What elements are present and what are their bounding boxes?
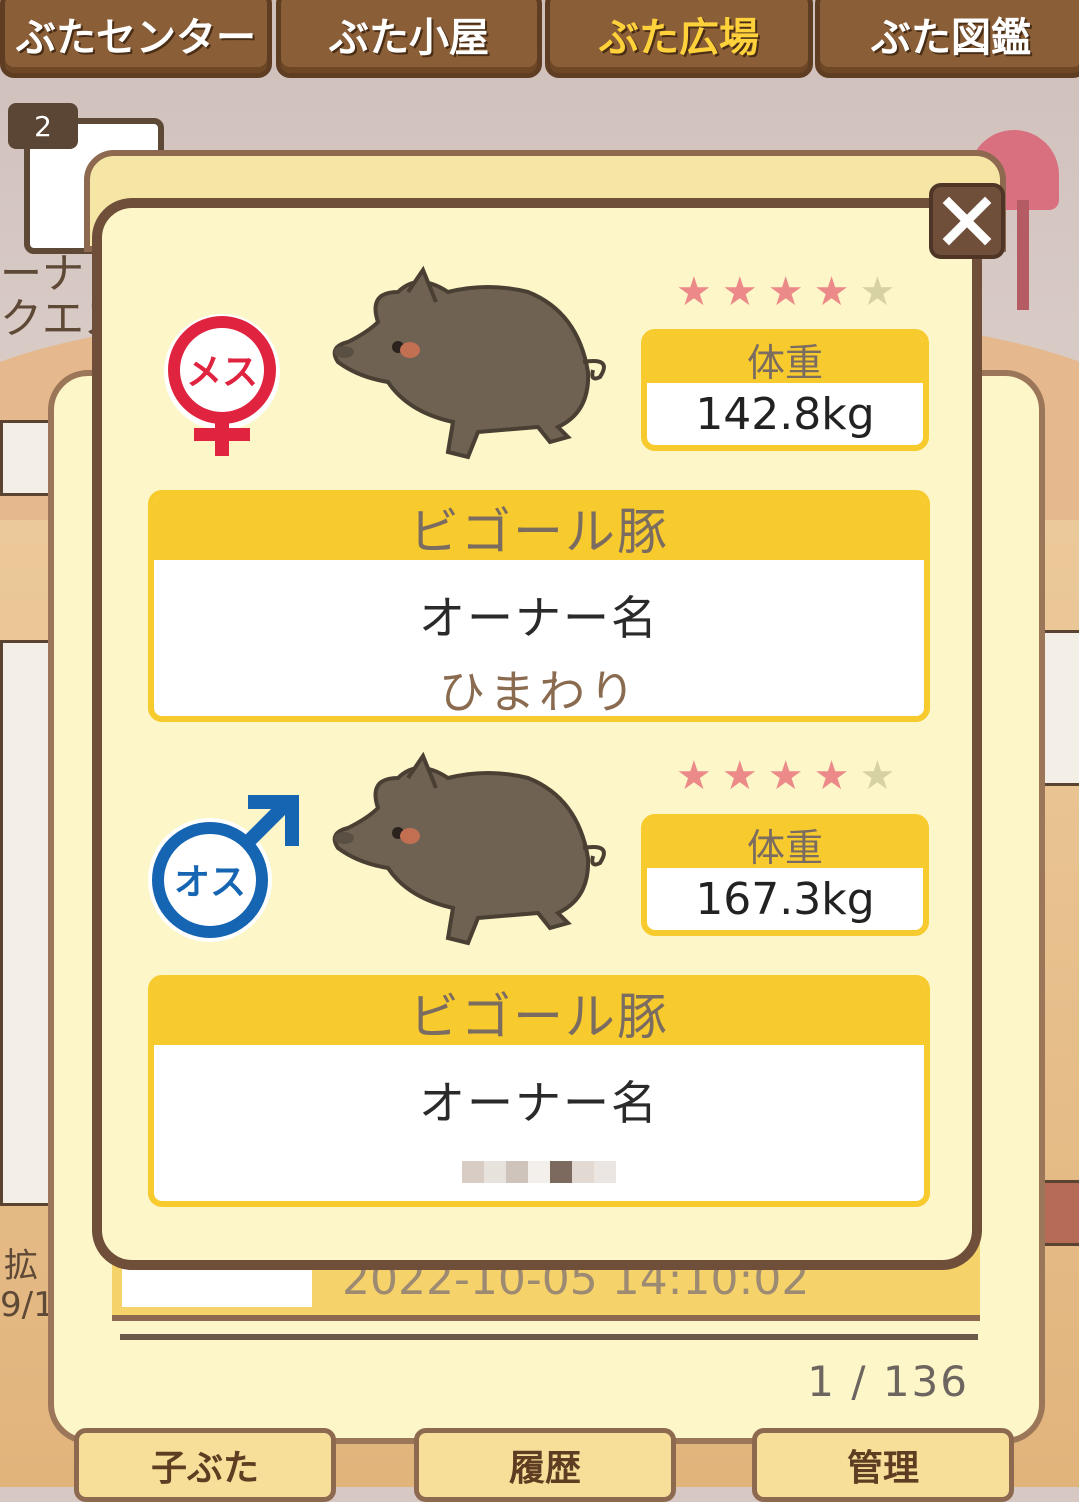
side-text: 拡 (4, 1246, 38, 1286)
top-nav: ぶたセンター ぶた小屋 ぶた広場 ぶた図鑑 (0, 0, 1079, 78)
breed-card: ビゴール豚 オーナー名 ひまわり (148, 490, 930, 722)
page-indicator: 1 / 136 (807, 1357, 969, 1406)
rating-stars: ★ ★ ★ ★ ★ (676, 756, 895, 796)
manage-button[interactable]: 管理 (752, 1428, 1014, 1502)
boar-pig-image (332, 751, 606, 946)
owner-name-redacted (154, 1161, 924, 1183)
tab-buta-center[interactable]: ぶたセンター (0, 0, 272, 78)
close-icon (942, 196, 992, 246)
star-icon: ★ (767, 753, 804, 799)
female-label: メス (186, 352, 258, 393)
weight-label: 体重 (647, 335, 923, 385)
tab-buta-encyclopedia[interactable]: ぶた図鑑 (815, 0, 1079, 78)
kids-button[interactable]: 子ぶた (74, 1428, 336, 1502)
weight-value: 142.8kg (695, 388, 875, 440)
male-icon: オス (148, 795, 299, 942)
owner-label: オーナー名 (419, 1076, 659, 1130)
owner-label: オーナー名 (419, 591, 659, 645)
star-icon: ★ (813, 753, 850, 799)
count-badge: 2 (8, 103, 78, 149)
male-label: オス (174, 862, 246, 903)
boar-pig-image (332, 265, 606, 460)
star-icon: ★ (721, 269, 758, 315)
tree-trunk (1017, 200, 1029, 310)
star-icon: ★ (721, 753, 758, 799)
history-button[interactable]: 履歴 (414, 1428, 676, 1502)
fence (0, 640, 52, 1206)
star-icon: ★ (676, 753, 712, 799)
weight-value: 167.3kg (695, 873, 875, 925)
breed-name: ビゴール豚 (154, 981, 924, 1046)
star-icon: ★ (859, 269, 896, 315)
owner-name: ひまわり (439, 665, 639, 719)
breed-card: ビゴール豚 オーナー名 (148, 975, 930, 1207)
weight-box: 体重 142.8kg (641, 329, 929, 451)
weight-box: 体重 167.3kg (641, 814, 929, 936)
side-text: 9/1 (0, 1285, 55, 1325)
close-button[interactable] (929, 183, 1005, 259)
star-icon: ★ (676, 269, 712, 315)
breed-name: ビゴール豚 (154, 496, 924, 561)
divider (120, 1334, 978, 1340)
female-icon: メス (164, 314, 280, 456)
tab-buta-plaza[interactable]: ぶた広場 (545, 0, 813, 78)
tab-buta-hut[interactable]: ぶた小屋 (276, 0, 542, 78)
weight-label: 体重 (647, 820, 923, 870)
star-icon: ★ (767, 269, 804, 315)
star-icon: ★ (813, 269, 850, 315)
star-icon: ★ (859, 753, 896, 799)
rating-stars: ★ ★ ★ ★ ★ (676, 272, 895, 312)
